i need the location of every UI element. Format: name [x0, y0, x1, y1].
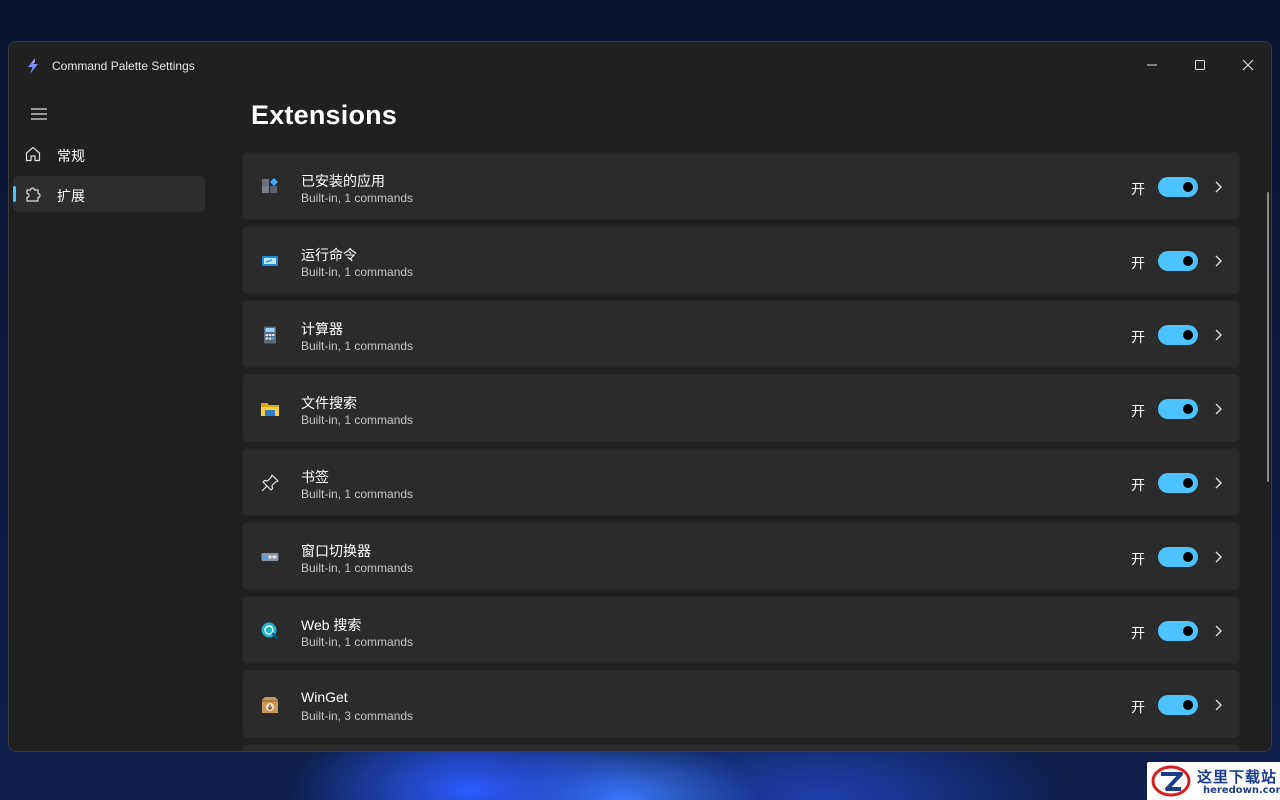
chevron-right-icon[interactable] — [1213, 253, 1223, 269]
web-search-icon — [261, 622, 279, 640]
extension-subtitle: Built-in, 1 commands — [301, 561, 414, 575]
enable-toggle[interactable] — [1158, 177, 1198, 197]
vertical-scrollbar[interactable] — [1267, 192, 1269, 482]
winget-package-icon — [262, 697, 278, 713]
minimize-button[interactable] — [1128, 42, 1176, 88]
pin-icon — [261, 474, 279, 492]
sidebar-item-general[interactable]: 常规 — [13, 136, 205, 172]
navigation-pane: 常规 扩展 — [9, 90, 219, 750]
calculator-icon — [264, 326, 276, 344]
watermark-title: 这里下载站 — [1197, 768, 1278, 786]
page-title: Extensions — [251, 100, 398, 130]
extension-card-run-command[interactable]: 运行命令 Built-in, 1 commands 开 — [242, 226, 1240, 294]
maximize-button[interactable] — [1176, 42, 1224, 88]
enable-toggle[interactable] — [1158, 251, 1198, 271]
toggle-state-label: 开 — [1131, 699, 1145, 715]
enable-toggle[interactable] — [1158, 399, 1198, 419]
toggle-state-label: 开 — [1131, 625, 1145, 641]
watermark-badge-icon — [1151, 765, 1191, 797]
run-command-icon — [262, 256, 278, 266]
enable-toggle[interactable] — [1158, 473, 1198, 493]
extension-name: WinGet — [301, 689, 348, 705]
extension-card-calculator[interactable]: 计算器 Built-in, 1 commands 开 — [242, 300, 1240, 368]
toggle-state-label: 开 — [1131, 403, 1145, 419]
chevron-right-icon[interactable] — [1213, 697, 1223, 713]
extension-subtitle: Built-in, 1 commands — [301, 413, 414, 427]
extension-card-partial[interactable] — [242, 744, 1240, 751]
chevron-right-icon[interactable] — [1213, 327, 1223, 343]
extension-card-bookmarks[interactable]: 书签 Built-in, 1 commands 开 — [242, 448, 1240, 516]
enable-toggle[interactable] — [1158, 325, 1198, 345]
chevron-right-icon[interactable] — [1213, 549, 1223, 565]
maximize-icon — [1195, 60, 1205, 70]
window-switcher-icon — [261, 553, 279, 561]
toggle-state-label: 开 — [1131, 477, 1145, 493]
toggle-state-label: 开 — [1131, 551, 1145, 567]
chevron-right-icon[interactable] — [1213, 623, 1223, 639]
puzzle-icon — [26, 187, 41, 202]
minimize-icon — [1147, 64, 1157, 66]
extension-name: 窗口切换器 — [301, 543, 371, 559]
selection-indicator — [13, 186, 16, 202]
window-title: Command Palette Settings — [52, 59, 195, 73]
chevron-right-icon[interactable] — [1213, 401, 1223, 417]
extension-subtitle: Built-in, 1 commands — [301, 191, 414, 205]
close-button[interactable] — [1224, 42, 1271, 88]
extension-subtitle: Built-in, 3 commands — [301, 709, 414, 723]
extension-subtitle: Built-in, 1 commands — [301, 635, 414, 649]
title-bar[interactable]: Command Palette Settings — [9, 42, 1271, 90]
lightning-bolt-icon — [28, 58, 38, 74]
extension-card-file-search[interactable]: 文件搜索 Built-in, 1 commands 开 — [242, 374, 1240, 442]
extension-name: 已安装的应用 — [301, 173, 385, 189]
enable-toggle[interactable] — [1158, 547, 1198, 567]
extension-name: 计算器 — [301, 321, 343, 337]
extension-name: 运行命令 — [301, 247, 357, 263]
enable-toggle[interactable] — [1158, 695, 1198, 715]
folder-icon — [261, 403, 279, 416]
chevron-right-icon[interactable] — [1213, 179, 1223, 195]
watermark-logo: 这里下载站 heredown.com — [1147, 762, 1280, 800]
extension-subtitle: Built-in, 1 commands — [301, 339, 414, 353]
extension-name: Web 搜索 — [301, 617, 362, 633]
installed-apps-icon — [262, 178, 278, 193]
sidebar-item-label: 常规 — [57, 148, 85, 164]
extension-card-winget[interactable]: WinGet Built-in, 3 commands 开 — [242, 670, 1240, 738]
extensions-page: Extensions 已安装的应用 Built-in, 1 commands 开… — [242, 90, 1262, 751]
enable-toggle[interactable] — [1158, 621, 1198, 641]
chevron-right-icon[interactable] — [1213, 475, 1223, 491]
watermark-url: heredown.com — [1203, 785, 1280, 796]
home-icon — [25, 146, 41, 162]
hamburger-menu-icon — [31, 108, 47, 120]
extension-card-window-switcher[interactable]: 窗口切换器 Built-in, 1 commands 开 — [242, 522, 1240, 590]
extension-name: 文件搜索 — [301, 395, 357, 411]
extension-card-web-search[interactable]: Web 搜索 Built-in, 1 commands 开 — [242, 596, 1240, 664]
extension-card-installed-apps[interactable]: 已安装的应用 Built-in, 1 commands 开 — [242, 152, 1240, 220]
toggle-state-label: 开 — [1131, 255, 1145, 271]
sidebar-item-label: 扩展 — [57, 188, 85, 204]
extension-subtitle: Built-in, 1 commands — [301, 265, 414, 279]
settings-window: Command Palette Settings 常规 扩展 Extension… — [8, 41, 1272, 752]
sidebar-item-extensions[interactable]: 扩展 — [13, 176, 205, 212]
extension-subtitle: Built-in, 1 commands — [301, 487, 414, 501]
close-icon — [1242, 59, 1254, 71]
hamburger-menu-button[interactable] — [21, 98, 57, 130]
extension-name: 书签 — [301, 469, 329, 485]
toggle-state-label: 开 — [1131, 181, 1145, 197]
toggle-state-label: 开 — [1131, 329, 1145, 345]
